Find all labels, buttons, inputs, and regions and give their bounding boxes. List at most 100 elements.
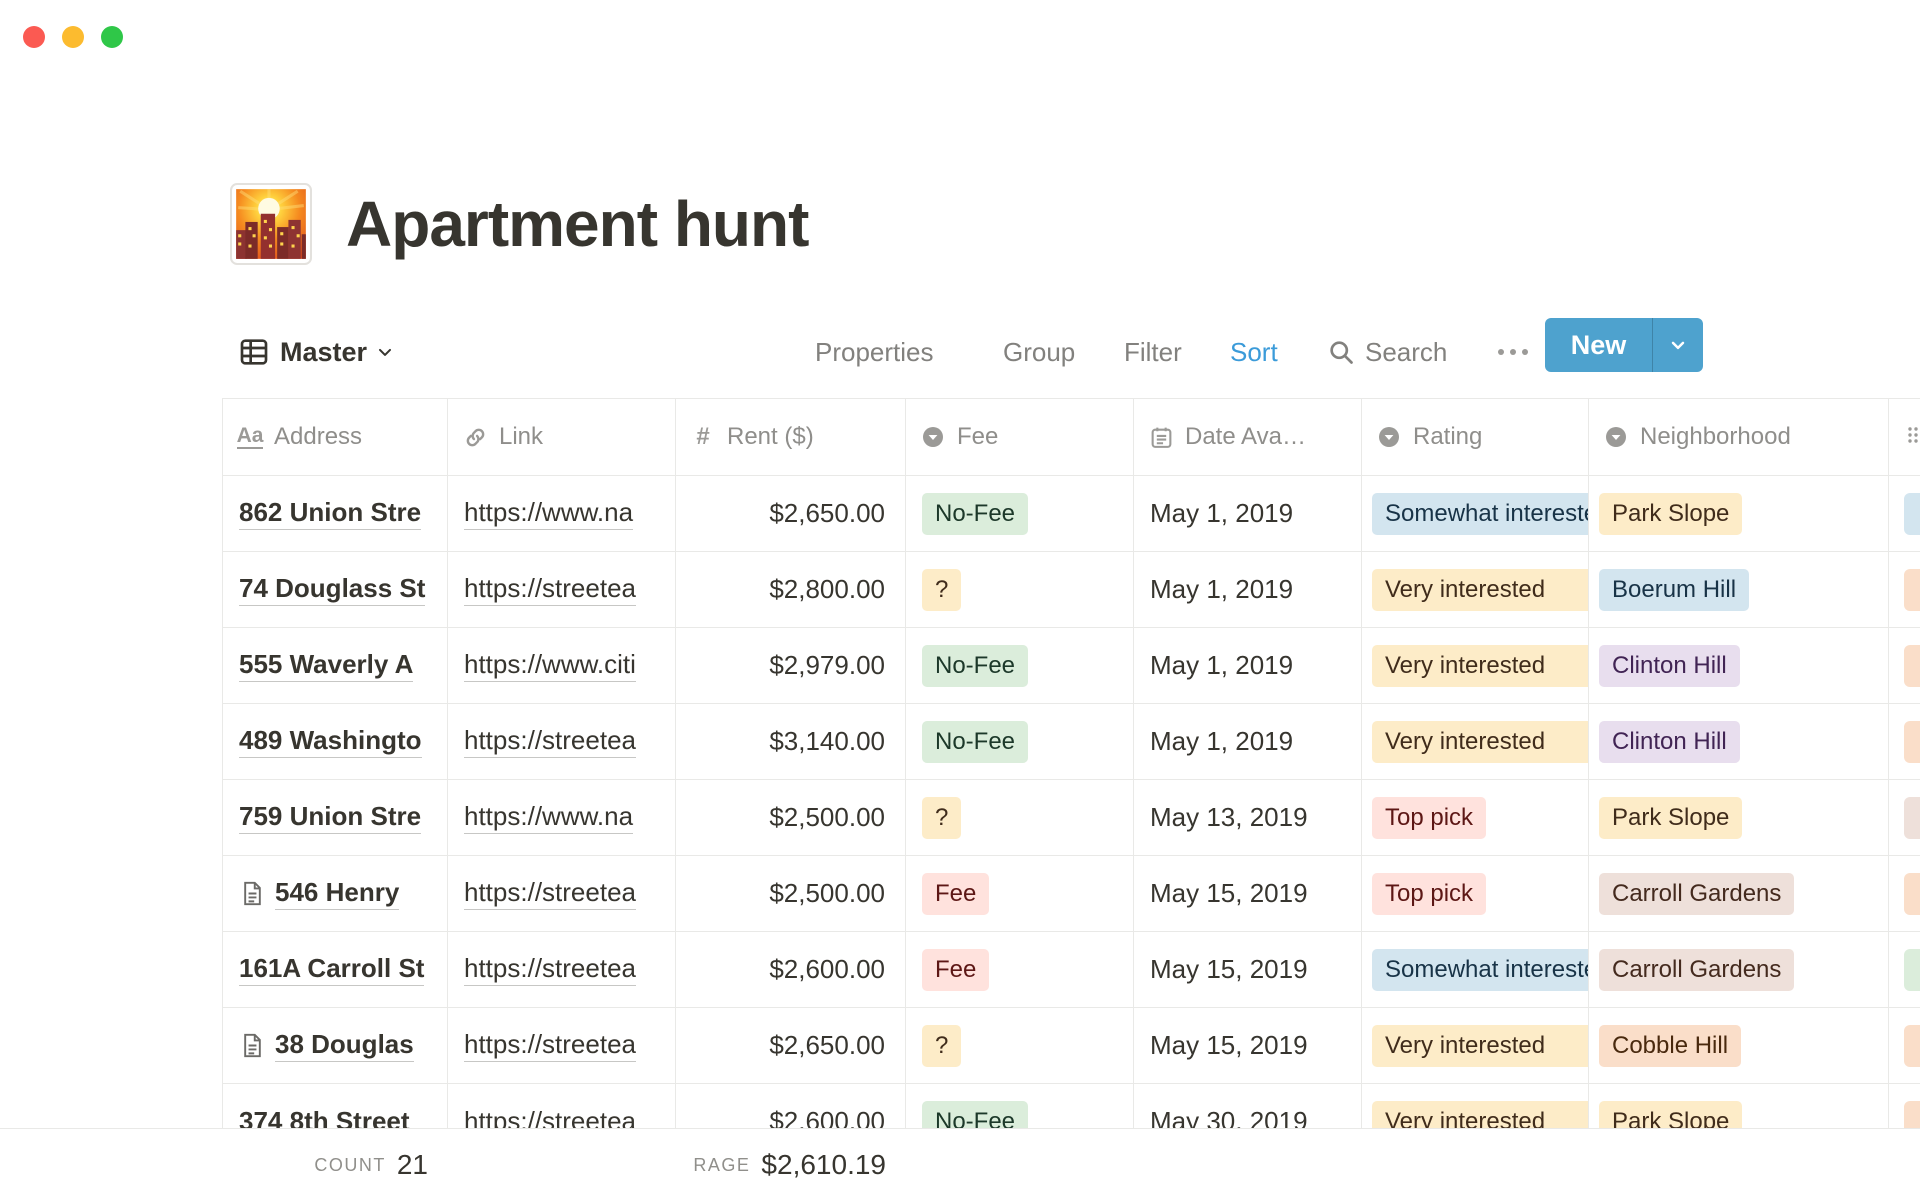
link-cell[interactable]: https://streetea (447, 704, 675, 779)
fee-cell[interactable]: No-Fee (905, 628, 1133, 703)
rating-cell[interactable]: Very interested (1361, 628, 1588, 703)
address-cell[interactable]: 374 8th Street (222, 1084, 447, 1129)
column-header-address[interactable]: AaAddress (222, 399, 447, 475)
rating-cell[interactable]: Very interested (1361, 704, 1588, 779)
fee-cell[interactable]: No-Fee (905, 704, 1133, 779)
rent-cell[interactable]: $2,600.00 (675, 1084, 905, 1129)
address-cell[interactable]: 862 Union Stre (222, 476, 447, 551)
address-cell[interactable]: 489 Washingto (222, 704, 447, 779)
group-button[interactable]: Group (1003, 322, 1075, 382)
neighborhood-cell[interactable]: Carroll Gardens (1588, 932, 1888, 1007)
rent-cell[interactable]: $2,650.00 (675, 476, 905, 551)
neighborhood-cell[interactable]: Carroll Gardens (1588, 856, 1888, 931)
new-dropdown-button[interactable] (1653, 318, 1703, 372)
link-cell[interactable]: https://www.na (447, 780, 675, 855)
cityscape-sunset-emoji-icon[interactable] (230, 183, 312, 265)
column-header-neighborhood[interactable]: Neighborhood (1588, 399, 1888, 475)
address-cell[interactable]: 38 Douglas (222, 1008, 447, 1083)
link-cell[interactable]: https://streetea (447, 552, 675, 627)
address-cell[interactable]: 161A Carroll St (222, 932, 447, 1007)
address-cell[interactable]: 546 Henry (222, 856, 447, 931)
table-row: 546 Henryhttps://streetea$2,500.00FeeMay… (222, 856, 1920, 932)
fee-cell[interactable]: ? (905, 552, 1133, 627)
neighborhood-cell[interactable]: Park Slope (1588, 1084, 1888, 1129)
address-text: 161A Carroll St (239, 953, 424, 986)
neighborhood-cell[interactable]: Boerum Hill (1588, 552, 1888, 627)
fee-cell[interactable]: ? (905, 780, 1133, 855)
minimize-window-button[interactable] (62, 26, 84, 48)
search-button[interactable]: Search (1327, 322, 1447, 382)
more-options-button[interactable] (1498, 322, 1528, 382)
rent-cell[interactable]: $2,500.00 (675, 856, 905, 931)
fee-cell[interactable]: No-Fee (905, 1084, 1133, 1129)
link-cell[interactable]: https://streetea (447, 932, 675, 1007)
overflow-column-cell[interactable] (1888, 780, 1920, 855)
neighborhood-cell[interactable]: Cobble Hill (1588, 1008, 1888, 1083)
rating-cell[interactable]: Very interested (1361, 552, 1588, 627)
zoom-window-button[interactable] (101, 26, 123, 48)
date-available-cell[interactable]: May 13, 2019 (1133, 780, 1361, 855)
overflow-column-cell[interactable] (1888, 1084, 1920, 1129)
neighborhood-cell[interactable]: Park Slope (1588, 780, 1888, 855)
date-available-cell[interactable]: May 1, 2019 (1133, 552, 1361, 627)
link-text: https://streetea (464, 725, 636, 758)
close-window-button[interactable] (23, 26, 45, 48)
column-header-extra[interactable] (1888, 399, 1920, 475)
rent-cell[interactable]: $2,650.00 (675, 1008, 905, 1083)
date-available-cell[interactable]: May 30, 2019 (1133, 1084, 1361, 1129)
average-calculation[interactable]: RAGE $2,610.19 (655, 1129, 905, 1200)
link-cell[interactable]: https://streetea (447, 1084, 675, 1129)
address-cell[interactable]: 759 Union Stre (222, 780, 447, 855)
page-title[interactable]: Apartment hunt (346, 187, 808, 261)
fee-cell[interactable]: Fee (905, 932, 1133, 1007)
fee-cell[interactable]: Fee (905, 856, 1133, 931)
fee-cell[interactable]: No-Fee (905, 476, 1133, 551)
properties-button[interactable]: Properties (815, 322, 934, 382)
sort-button[interactable]: Sort (1230, 322, 1278, 382)
address-cell[interactable]: 555 Waverly A (222, 628, 447, 703)
column-header-fee[interactable]: Fee (905, 399, 1133, 475)
overflow-column-cell[interactable] (1888, 932, 1920, 1007)
column-header-date-ava[interactable]: Date Ava… (1133, 399, 1361, 475)
overflow-column-cell[interactable] (1888, 1008, 1920, 1083)
column-header-rent[interactable]: #Rent ($) (675, 399, 905, 475)
date-available-cell[interactable]: May 15, 2019 (1133, 932, 1361, 1007)
view-switcher[interactable]: Master (238, 322, 395, 382)
rating-cell[interactable]: Somewhat interested (1361, 476, 1588, 551)
page-icon (239, 1032, 266, 1059)
rent-cell[interactable]: $2,500.00 (675, 780, 905, 855)
date-available-cell[interactable]: May 15, 2019 (1133, 856, 1361, 931)
link-cell[interactable]: https://streetea (447, 856, 675, 931)
date-available-cell[interactable]: May 1, 2019 (1133, 704, 1361, 779)
rating-cell[interactable]: Very interested (1361, 1084, 1588, 1129)
rating-cell[interactable]: Top pick (1361, 780, 1588, 855)
link-cell[interactable]: https://www.na (447, 476, 675, 551)
overflow-column-cell[interactable] (1888, 552, 1920, 627)
new-button[interactable]: New (1545, 318, 1652, 372)
address-cell[interactable]: 74 Douglass St (222, 552, 447, 627)
rent-cell[interactable]: $2,600.00 (675, 932, 905, 1007)
link-cell[interactable]: https://streetea (447, 1008, 675, 1083)
rating-cell[interactable]: Very interested (1361, 1008, 1588, 1083)
overflow-column-cell[interactable] (1888, 856, 1920, 931)
overflow-column-cell[interactable] (1888, 704, 1920, 779)
neighborhood-cell[interactable]: Clinton Hill (1588, 628, 1888, 703)
rent-cell[interactable]: $2,979.00 (675, 628, 905, 703)
date-available-cell[interactable]: May 1, 2019 (1133, 628, 1361, 703)
rating-cell[interactable]: Top pick (1361, 856, 1588, 931)
column-header-rating[interactable]: Rating (1361, 399, 1588, 475)
rating-cell[interactable]: Somewhat interested (1361, 932, 1588, 1007)
fee-cell[interactable]: ? (905, 1008, 1133, 1083)
date-available-cell[interactable]: May 1, 2019 (1133, 476, 1361, 551)
neighborhood-cell[interactable]: Clinton Hill (1588, 704, 1888, 779)
filter-button[interactable]: Filter (1124, 322, 1182, 382)
rent-cell[interactable]: $2,800.00 (675, 552, 905, 627)
link-cell[interactable]: https://www.citi (447, 628, 675, 703)
neighborhood-cell[interactable]: Park Slope (1588, 476, 1888, 551)
date-available-cell[interactable]: May 15, 2019 (1133, 1008, 1361, 1083)
count-calculation[interactable]: COUNT 21 (222, 1129, 447, 1200)
column-header-link[interactable]: Link (447, 399, 675, 475)
rent-cell[interactable]: $3,140.00 (675, 704, 905, 779)
overflow-column-cell[interactable] (1888, 628, 1920, 703)
overflow-column-cell[interactable] (1888, 476, 1920, 551)
